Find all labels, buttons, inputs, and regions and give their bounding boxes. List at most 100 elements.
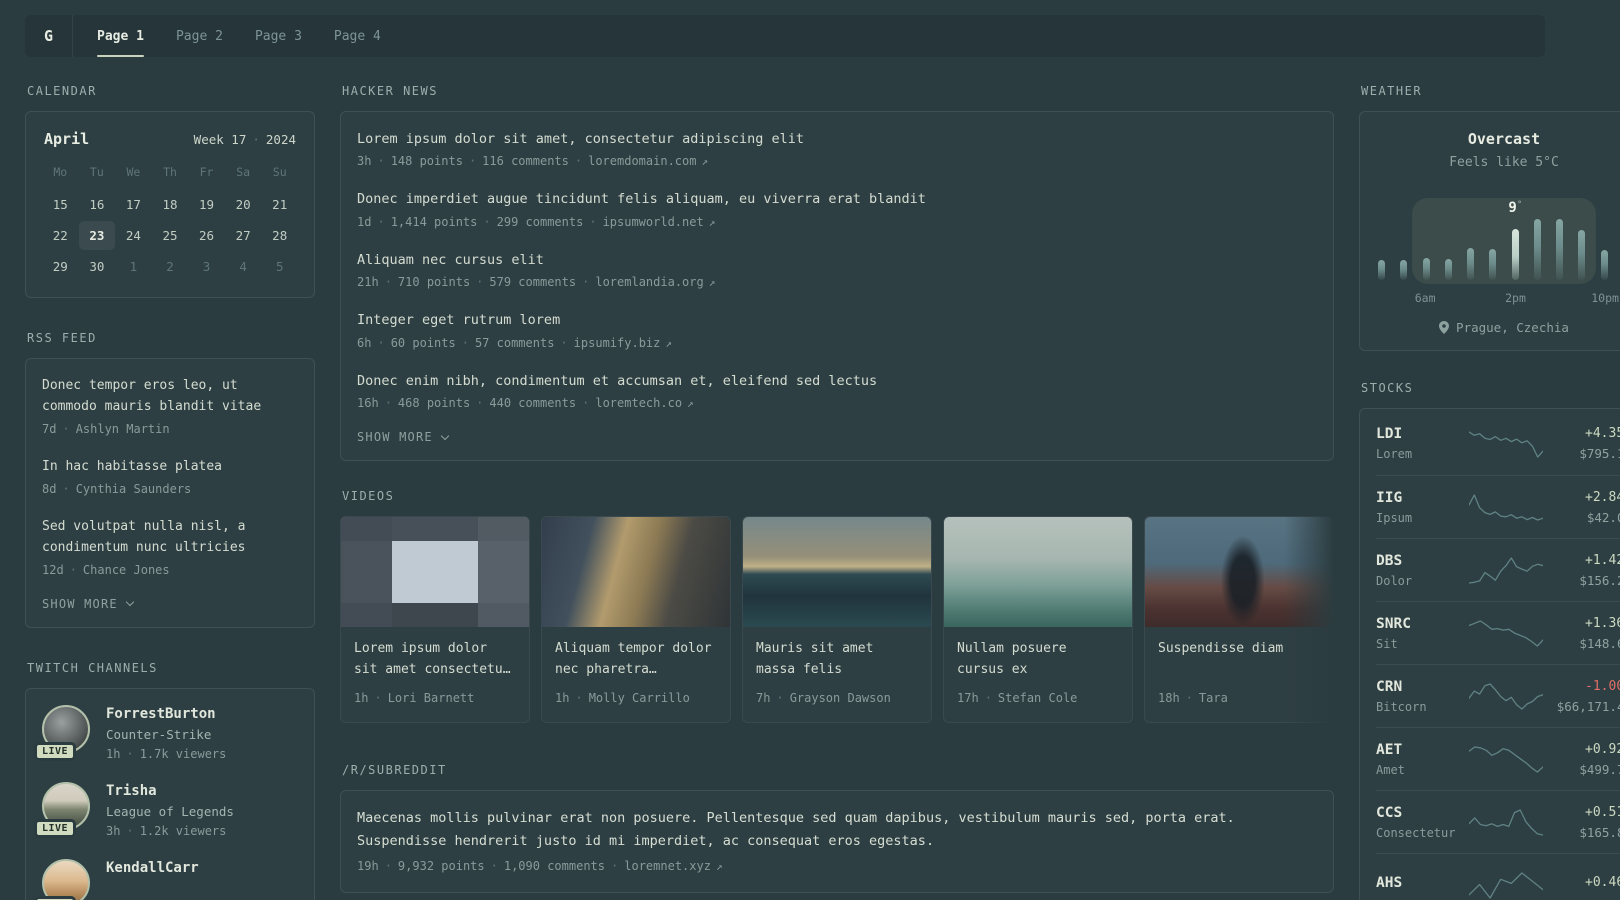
video-card[interactable]: Suspendisse diam 18h Tara bbox=[1144, 516, 1334, 723]
show-more-button[interactable]: SHOW MORE bbox=[42, 597, 135, 611]
hn-item-comments: 299 comments bbox=[496, 214, 584, 229]
rss-item-title[interactable]: In hac habitasse platea bbox=[42, 456, 298, 477]
stock-name: Dolor bbox=[1376, 573, 1413, 588]
video-card[interactable]: Lorem ipsum dolor sit amet consectetu… 1… bbox=[340, 516, 530, 723]
hn-item-points: 468 points bbox=[397, 396, 471, 411]
hn-item-title[interactable]: Lorem ipsum dolor sit amet, consectetur … bbox=[357, 128, 1317, 150]
subreddit-card: Maecenas mollis pulvinar erat non posuer… bbox=[340, 789, 1334, 893]
video-card[interactable]: Nullam posuere cursus ex 17h Stefan Cole bbox=[943, 516, 1133, 723]
stock-ticker: CRN bbox=[1376, 678, 1403, 695]
video-thumbnail bbox=[542, 517, 730, 628]
stock-row[interactable]: CRN Bitcorn -1.00% $66,171.48 bbox=[1376, 664, 1620, 727]
hn-item-comments: 440 comments bbox=[489, 396, 577, 411]
stock-name: Bitcorn bbox=[1376, 699, 1427, 714]
stock-row[interactable]: AET Amet +0.92% $499.72 bbox=[1376, 727, 1620, 790]
stock-row[interactable]: IIG Ipsum +2.84% $42.04 bbox=[1376, 475, 1620, 538]
weather-time-label: 10pm bbox=[1591, 291, 1619, 305]
hn-item-title[interactable]: Integer eget rutrum lorem bbox=[357, 309, 1317, 331]
video-card[interactable]: Mauris sit amet massa felis 7h Grayson Da… bbox=[742, 516, 932, 723]
rss-item: Donec tempor eros leo, ut commodo mauris… bbox=[42, 375, 298, 439]
stock-change: +0.51% bbox=[1585, 804, 1620, 820]
weather-bars bbox=[1378, 218, 1620, 280]
avatar: LIVE bbox=[34, 781, 90, 838]
weather-time-label: 2pm bbox=[1505, 291, 1526, 305]
video-card[interactable]: Aliquam tempor dolor nec pharetra… 1h Mol… bbox=[541, 516, 731, 723]
twitch-channel[interactable]: LIVE Trisha League of Legends 3h 1.2k vie… bbox=[34, 781, 298, 841]
stock-values: +4.35% $795.18 bbox=[1543, 426, 1620, 461]
separator-dot bbox=[56, 482, 75, 496]
stock-ticker: AET bbox=[1376, 741, 1403, 758]
post-points: 9,932 points bbox=[397, 858, 485, 873]
post-domain-link[interactable]: loremnet.xyz bbox=[624, 859, 722, 873]
twitch-section-label: TWITCH CHANNELS bbox=[27, 660, 158, 675]
stock-price: $148.64 bbox=[1579, 635, 1620, 651]
hn-item-domain-link[interactable]: loremlandia.org bbox=[595, 275, 715, 289]
hn-item-time: 3h bbox=[357, 154, 372, 169]
video-meta: 7h Grayson Dawson bbox=[756, 689, 918, 708]
stock-row[interactable]: LDI Lorem +4.35% $795.18 bbox=[1376, 412, 1620, 475]
twitch-channel[interactable]: LIVE ForrestBurton Counter-Strike 1h 1.7k… bbox=[34, 704, 298, 764]
separator-dot bbox=[379, 396, 398, 410]
calendar-dayname: Mo bbox=[53, 165, 68, 179]
stock-sparkline bbox=[1468, 744, 1543, 774]
rss-item-title[interactable]: Donec tempor eros leo, ut commodo mauris… bbox=[42, 375, 298, 418]
calendar-day: 18 bbox=[162, 197, 178, 212]
subreddit-post: Maecenas mollis pulvinar erat non posuer… bbox=[357, 807, 1317, 876]
weather-location: Prague, Czechia bbox=[1376, 320, 1620, 335]
weather-bar bbox=[1378, 260, 1385, 280]
channel-meta: 3h 1.2k viewers bbox=[106, 822, 234, 841]
hn-item-domain-link[interactable]: ipsumify.biz bbox=[574, 336, 672, 350]
separator-dot bbox=[371, 336, 390, 350]
stock-id: DBS Dolor bbox=[1376, 553, 1469, 588]
stock-row[interactable]: DBS Dolor +1.42% $156.28 bbox=[1376, 538, 1620, 601]
calendar-day: 21 bbox=[272, 197, 288, 212]
hn-item-title[interactable]: Donec enim nibh, condimentum et accumsan… bbox=[357, 370, 1317, 392]
calendar-day: 5 bbox=[275, 259, 284, 274]
separator-dot bbox=[379, 859, 398, 873]
show-more-button[interactable]: SHOW MORE bbox=[357, 430, 450, 444]
tab-page-3[interactable]: Page 3 bbox=[255, 15, 302, 57]
middle-column: HACKER NEWS Lorem ipsum dolor sit amet, … bbox=[340, 84, 1334, 893]
external-link-icon bbox=[682, 396, 694, 410]
weather-bar bbox=[1422, 258, 1430, 280]
hn-item-domain-link[interactable]: loremtech.co bbox=[595, 396, 693, 410]
hn-item-title[interactable]: Aliquam nec cursus elit bbox=[357, 249, 1317, 271]
video-author: Molly Carrillo bbox=[588, 691, 690, 706]
rss-item-author: Cynthia Saunders bbox=[75, 481, 192, 496]
stock-ticker: IIG bbox=[1376, 489, 1403, 506]
rss-item-title[interactable]: Sed volutpat nulla nisl, a condimentum n… bbox=[42, 516, 298, 559]
live-badge: LIVE bbox=[34, 741, 77, 761]
twitch-channel[interactable]: LIVE KendallCarr bbox=[34, 859, 298, 900]
stock-change: +0.46% bbox=[1585, 875, 1620, 890]
weather-time-label: 6am bbox=[1414, 291, 1436, 305]
rss-item-author: Ashlyn Martin bbox=[75, 421, 170, 436]
calendar-day: 4 bbox=[239, 259, 247, 274]
channel-info: KendallCarr bbox=[106, 859, 199, 881]
twitch-section: TWITCH CHANNELS LIVE ForrestBurton Count… bbox=[25, 661, 315, 900]
videos-section: VIDEOS Lorem ipsum dolor sit amet consec… bbox=[340, 489, 1334, 723]
stock-row[interactable]: CCS Consectetur +0.51% $165.84 bbox=[1376, 790, 1620, 853]
tab-page-1[interactable]: Page 1 bbox=[97, 15, 144, 57]
stock-id: IIG Ipsum bbox=[1376, 490, 1469, 525]
calendar-day: 25 bbox=[162, 228, 178, 243]
subreddit-post-title[interactable]: Maecenas mollis pulvinar erat non posuer… bbox=[357, 807, 1317, 854]
stock-ticker: CCS bbox=[1376, 804, 1403, 821]
weather-bar bbox=[1489, 249, 1497, 280]
hn-item-points: 60 points bbox=[390, 335, 456, 350]
video-thumbnail bbox=[1145, 517, 1333, 628]
tab-page-4[interactable]: Page 4 bbox=[334, 15, 381, 57]
stock-row[interactable]: SNRC Sit +1.36% $148.64 bbox=[1376, 601, 1620, 664]
video-meta: 1h Molly Carrillo bbox=[555, 689, 717, 708]
hackernews-section: HACKER NEWS Lorem ipsum dolor sit amet, … bbox=[340, 84, 1334, 462]
hn-item-title[interactable]: Donec imperdiet augue tincidunt felis al… bbox=[357, 188, 1317, 210]
hn-item-domain-link[interactable]: ipsumworld.net bbox=[603, 215, 716, 229]
stock-change: +1.42% bbox=[1585, 552, 1620, 568]
stock-values: +1.36% $148.64 bbox=[1543, 616, 1620, 651]
rss-item: In hac habitasse platea 8d Cynthia Saunde… bbox=[42, 456, 298, 499]
tab-page-2[interactable]: Page 2 bbox=[176, 15, 223, 57]
stock-ticker: LDI bbox=[1376, 426, 1403, 442]
stock-name: Lorem bbox=[1376, 447, 1413, 461]
stock-row[interactable]: AHS +0.46% bbox=[1376, 853, 1620, 900]
hn-item-time: 21h bbox=[357, 275, 379, 290]
hn-item-domain-link[interactable]: loremdomain.com bbox=[588, 154, 708, 168]
